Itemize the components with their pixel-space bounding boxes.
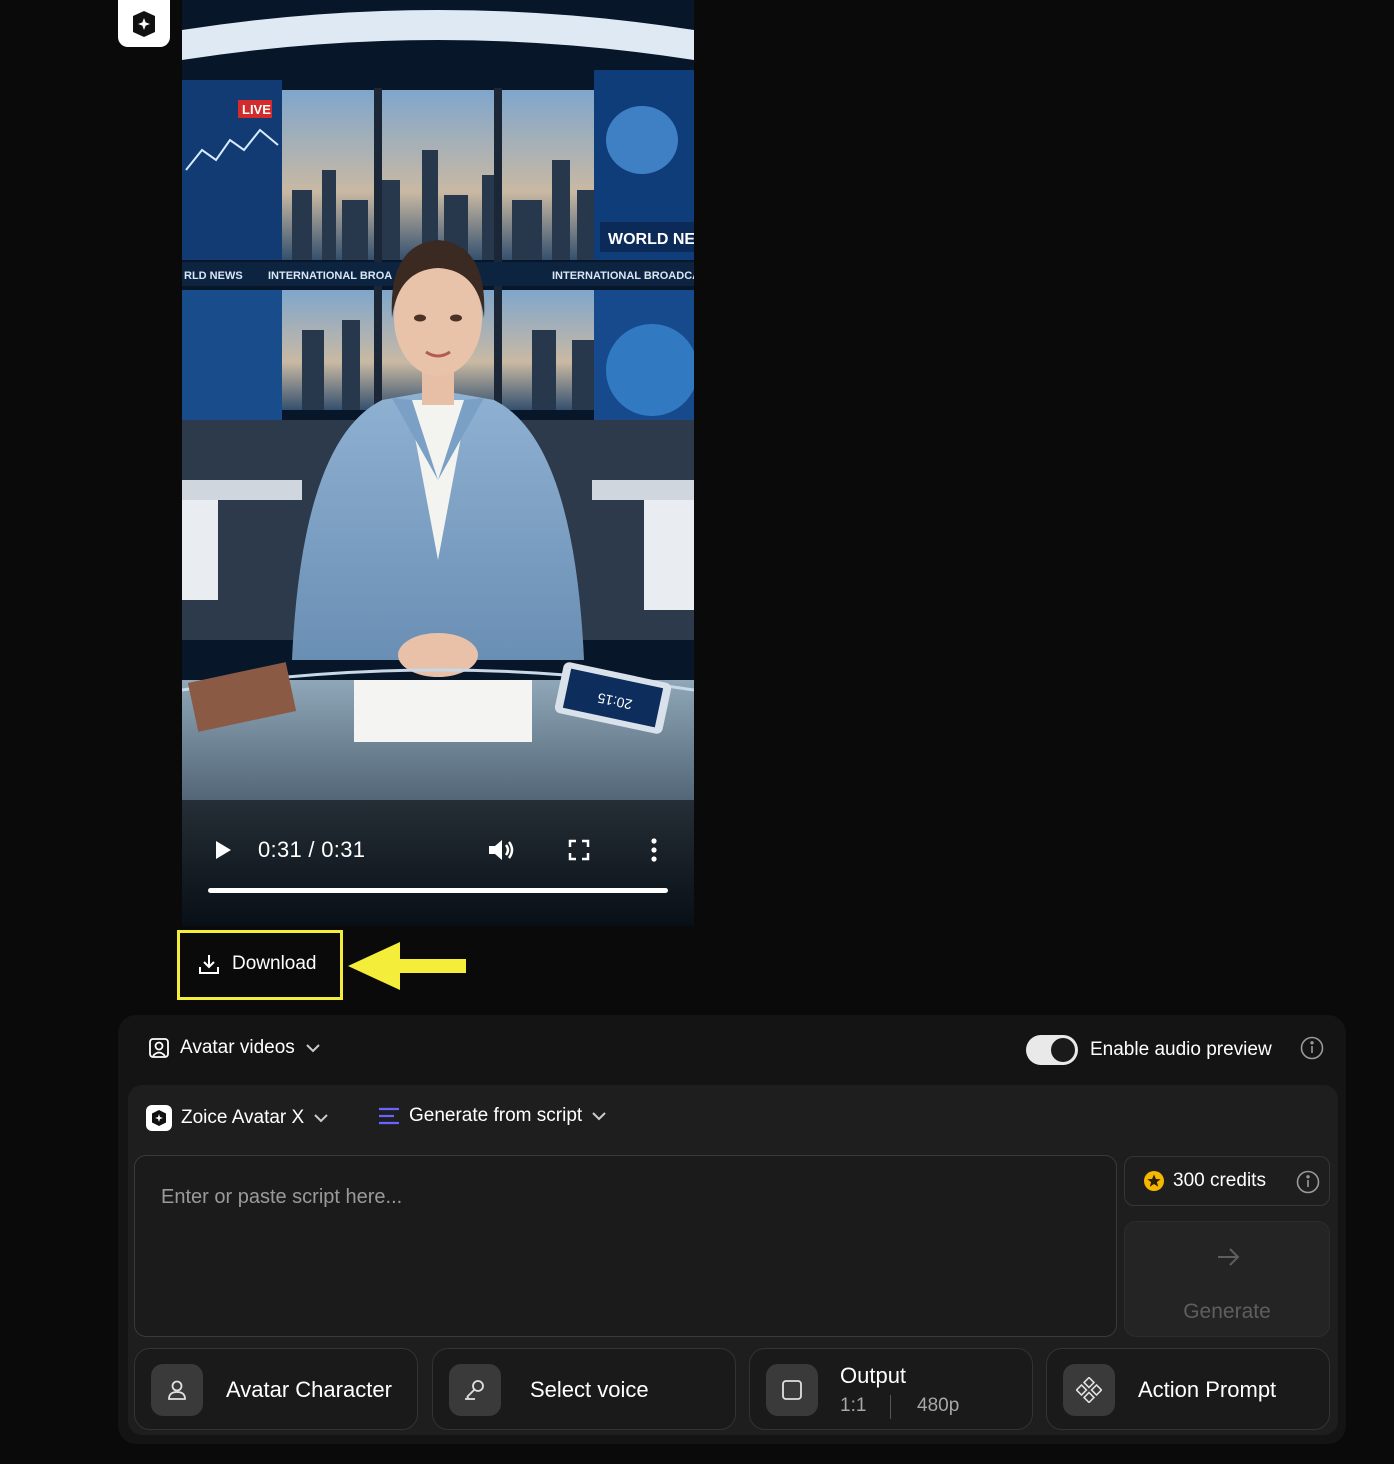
live-badge: LIVE — [242, 102, 271, 117]
ticker-mid: INTERNATIONAL BROA — [268, 270, 392, 282]
download-highlight: Download — [177, 930, 343, 1000]
chevron-down-icon — [592, 1112, 606, 1121]
volume-icon — [489, 840, 514, 860]
zoice-model-icon — [146, 1105, 172, 1131]
avatar-character-label: Avatar Character — [226, 1377, 392, 1402]
fullscreen-icon — [568, 839, 590, 861]
output-settings-button[interactable]: Output 1:1 480p — [749, 1348, 1033, 1430]
select-voice-button[interactable]: Select voice — [432, 1348, 736, 1430]
source-dropdown[interactable]: Generate from script — [378, 1105, 607, 1127]
more-options-button[interactable] — [644, 836, 664, 864]
aspect-square-icon — [782, 1380, 802, 1400]
user-icon — [168, 1380, 186, 1400]
script-lines-icon — [379, 1107, 399, 1125]
play-button[interactable] — [210, 836, 236, 864]
script-input[interactable] — [135, 1156, 1116, 1336]
info-icon[interactable] — [1300, 1036, 1324, 1060]
output-label: Output — [840, 1363, 907, 1388]
script-area — [134, 1155, 1117, 1337]
credits-badge: 300 credits — [1124, 1156, 1330, 1206]
arrow-annotation-icon — [348, 942, 466, 990]
download-label: Download — [232, 953, 317, 974]
chevron-down-icon — [306, 1044, 320, 1053]
action-prompt-button[interactable]: Action Prompt — [1046, 1348, 1330, 1430]
avatar-frame-icon — [149, 1038, 169, 1058]
source-label: Generate from script — [409, 1105, 583, 1126]
progress-bar[interactable] — [208, 888, 668, 893]
mode-label: Avatar videos — [180, 1037, 295, 1058]
ticker-right: INTERNATIONAL BROADCAST — [552, 270, 694, 282]
zoice-logo-icon — [133, 10, 155, 37]
video-controls: 0:31 / 0:31 — [182, 820, 694, 926]
output-resolution: 480p — [917, 1395, 960, 1416]
app-logo[interactable] — [118, 0, 170, 47]
credits-label: 300 credits — [1173, 1170, 1266, 1191]
model-label: Zoice Avatar X — [181, 1107, 305, 1128]
video-time: 0:31 / 0:31 — [258, 837, 366, 862]
composer-panel: Avatar videos Enable audio preview Zoice… — [118, 1015, 1346, 1444]
screen-banner: WORLD NEW — [608, 231, 694, 248]
info-icon[interactable] — [1296, 1170, 1320, 1194]
star-coin-icon — [1144, 1171, 1164, 1191]
fullscreen-button[interactable] — [566, 836, 592, 864]
microphone-icon — [465, 1380, 484, 1400]
select-voice-label: Select voice — [530, 1377, 649, 1402]
generate-button[interactable]: Generate — [1124, 1221, 1330, 1337]
volume-button[interactable] — [486, 836, 516, 864]
generate-label: Generate — [1183, 1300, 1271, 1323]
audio-preview-toggle[interactable] — [1026, 1035, 1078, 1065]
avatar-character-button[interactable]: Avatar Character — [134, 1348, 418, 1430]
chevron-down-icon — [314, 1114, 328, 1123]
model-dropdown[interactable]: Zoice Avatar X — [146, 1105, 329, 1131]
more-options-icon — [651, 838, 657, 862]
action-diamonds-icon — [1076, 1377, 1102, 1403]
video-player[interactable]: LIVE WORLD NEW RLD NEWS INTERNATIONAL BR… — [182, 0, 694, 926]
play-icon — [216, 841, 231, 859]
output-ratio: 1:1 — [840, 1395, 867, 1416]
download-button[interactable]: Download — [198, 953, 317, 975]
arrow-right-icon — [1218, 1248, 1240, 1266]
divider — [890, 1395, 891, 1419]
download-icon — [199, 955, 219, 974]
video-frame: LIVE WORLD NEW RLD NEWS INTERNATIONAL BR… — [182, 0, 694, 926]
ticker-left: RLD NEWS — [184, 270, 243, 282]
action-prompt-label: Action Prompt — [1138, 1377, 1277, 1402]
composer-inner: Zoice Avatar X Generate from script 300 … — [128, 1085, 1338, 1435]
mode-dropdown[interactable]: Avatar videos — [148, 1037, 321, 1059]
audio-preview-label: Enable audio preview — [1090, 1039, 1272, 1060]
